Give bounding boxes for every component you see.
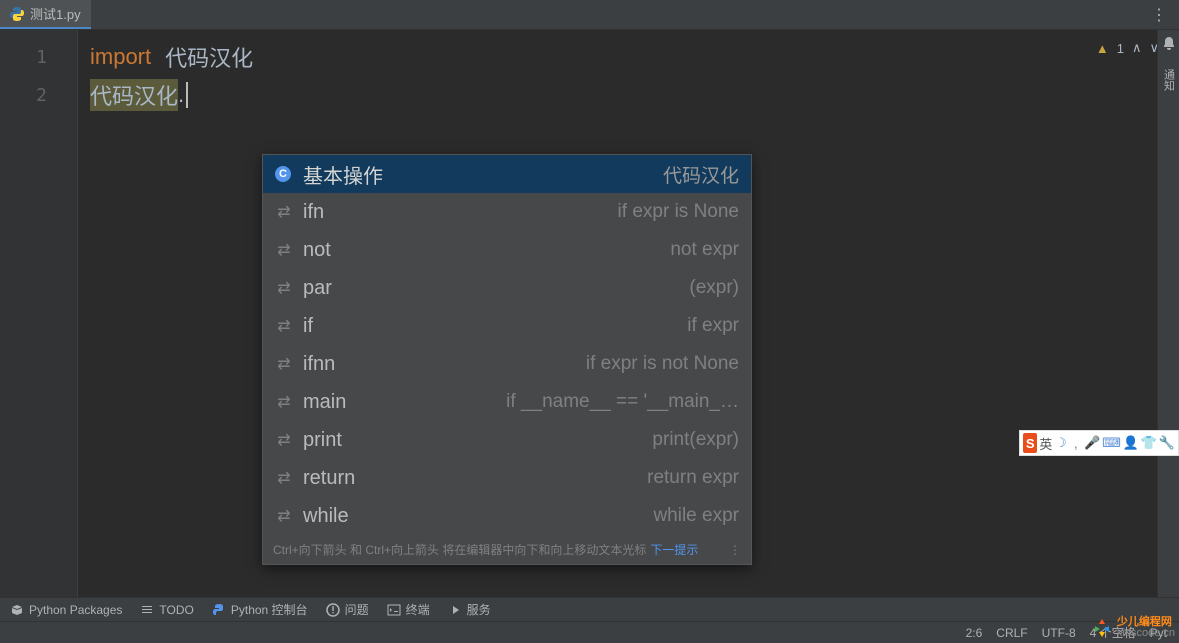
statusbar: 2:6 CRLF UTF-8 4 个空格 Pyt [0,621,1179,643]
tool-window-bar: Python Packages TODO Python 控制台 问题 终端 服务 [0,597,1179,621]
editor-main: 1 2 ▲ 1 ∧ ∨ import 代码汉化 代码汉化. C 基本操作 代码汉化 ⇄… [0,30,1179,597]
template-icon: ⇄ [275,468,293,488]
completion-name: return [303,467,355,490]
completion-desc: print(expr) [652,429,739,451]
completion-name: while [303,505,349,528]
completion-name: 基本操作 [303,160,383,189]
ime-toolbar[interactable]: S 英 ☽ , 🎤 ⌨ 👤 👕 🔧 [1019,430,1179,456]
chevron-up-icon[interactable]: ∧ [1132,40,1142,56]
watermark-logo-icon [1091,617,1113,639]
completion-desc: while expr [653,505,739,527]
template-icon: ⇄ [275,316,293,336]
more-icon[interactable]: ⋮ [1147,3,1171,27]
mic-icon[interactable]: 🎤 [1084,434,1100,452]
status-encoding[interactable]: UTF-8 [1042,626,1076,640]
warning-count: 1 [1117,41,1124,56]
completion-desc: return expr [647,467,739,489]
status-position[interactable]: 2:6 [966,626,983,640]
ime-lang[interactable]: 英 [1039,434,1052,452]
completion-item[interactable]: ⇄ if if expr [263,307,751,345]
code-line[interactable]: import 代码汉化 [78,38,1179,76]
line-number[interactable]: 2 [0,76,77,114]
next-tip-link[interactable]: 下一提示 [650,541,698,558]
tool-python-console[interactable]: Python 控制台 [212,601,308,618]
skin-icon[interactable]: 👕 [1141,434,1157,452]
completion-desc: if expr [687,315,739,337]
completion-desc: 代码汉化 [663,161,739,188]
completion-name: print [303,429,342,452]
code-line[interactable]: 代码汉化. [78,76,1179,114]
keyword: import [90,44,151,70]
file-tab[interactable]: 测试1.py [0,0,91,29]
completion-item[interactable]: ⇄ return return expr [263,459,751,497]
tab-filename: 测试1.py [30,4,81,23]
completion-name: par [303,277,332,300]
tool-python-packages[interactable]: Python Packages [10,603,122,617]
completion-desc: if __name__ == '__main_… [506,391,739,413]
tool-todo[interactable]: TODO [140,603,193,617]
completion-desc: if expr is not None [586,353,739,375]
text-cursor [186,82,188,108]
tool-problems[interactable]: 问题 [326,601,369,618]
completion-item[interactable]: ⇄ main if __name__ == '__main_… [263,383,751,421]
wrench-icon[interactable]: 🔧 [1159,434,1175,452]
python-icon [10,7,24,21]
completion-name: ifnn [303,353,335,376]
keyboard-icon[interactable]: ⌨ [1102,434,1120,452]
completion-desc: if expr is None [618,201,739,223]
sidebar-label[interactable]: 通知 [1161,69,1177,91]
identifier: 代码汉化 [165,41,253,73]
completion-desc: (expr) [689,277,739,299]
template-icon: ⇄ [275,240,293,260]
status-eol[interactable]: CRLF [996,626,1027,640]
template-icon: ⇄ [275,506,293,526]
dot: . [178,82,184,108]
inspection-widget[interactable]: ▲ 1 ∧ ∨ [1096,40,1159,56]
template-icon: ⇄ [275,430,293,450]
completion-item[interactable]: ⇄ print print(expr) [263,421,751,459]
selected-text: 代码汉化 [90,79,178,111]
completion-item[interactable]: ⇄ ifn if expr is None [263,193,751,231]
tool-services[interactable]: 服务 [448,601,491,618]
completion-item[interactable]: ⇄ par (expr) [263,269,751,307]
moon-icon[interactable]: ☽ [1054,434,1067,452]
watermark-url: kidscode.cn [1117,628,1175,639]
completion-name: if [303,315,313,338]
editor[interactable]: ▲ 1 ∧ ∨ import 代码汉化 代码汉化. C 基本操作 代码汉化 ⇄ ifn i… [78,30,1179,597]
user-icon[interactable]: 👤 [1122,434,1138,452]
tool-terminal[interactable]: 终端 [387,601,430,618]
template-icon: ⇄ [275,278,293,298]
completion-item[interactable]: ⇄ ifnn if expr is not None [263,345,751,383]
more-icon[interactable]: ⋮ [729,543,741,557]
completion-name: main [303,391,346,414]
class-icon: C [275,166,291,182]
watermark: 少儿编程网 kidscode.cn [1091,617,1175,639]
completion-hint: Ctrl+向下箭头 和 Ctrl+向上箭头 将在编辑器中向下和向上移动文本光标 … [263,535,751,564]
completion-popup: C 基本操作 代码汉化 ⇄ ifn if expr is None ⇄ not not expr… [262,154,752,565]
template-icon: ⇄ [275,392,293,412]
titlebar: 测试1.py ⋮ [0,0,1179,30]
template-icon: ⇄ [275,202,293,222]
completion-name: not [303,239,331,262]
completion-desc: not expr [670,239,739,261]
comma-icon[interactable]: , [1069,434,1082,452]
line-number[interactable]: 1 [0,38,77,76]
warning-icon: ▲ [1096,41,1109,56]
completion-item[interactable]: ⇄ not not expr [263,231,751,269]
completion-item[interactable]: C 基本操作 代码汉化 [263,155,751,193]
template-icon: ⇄ [275,354,293,374]
right-sidebar: 通知 [1157,30,1179,597]
gutter: 1 2 [0,30,78,597]
completion-item[interactable]: ⇄ while while expr [263,497,751,535]
completion-name: ifn [303,201,324,224]
notifications-icon[interactable] [1161,36,1177,57]
ime-logo-icon[interactable]: S [1023,433,1037,453]
